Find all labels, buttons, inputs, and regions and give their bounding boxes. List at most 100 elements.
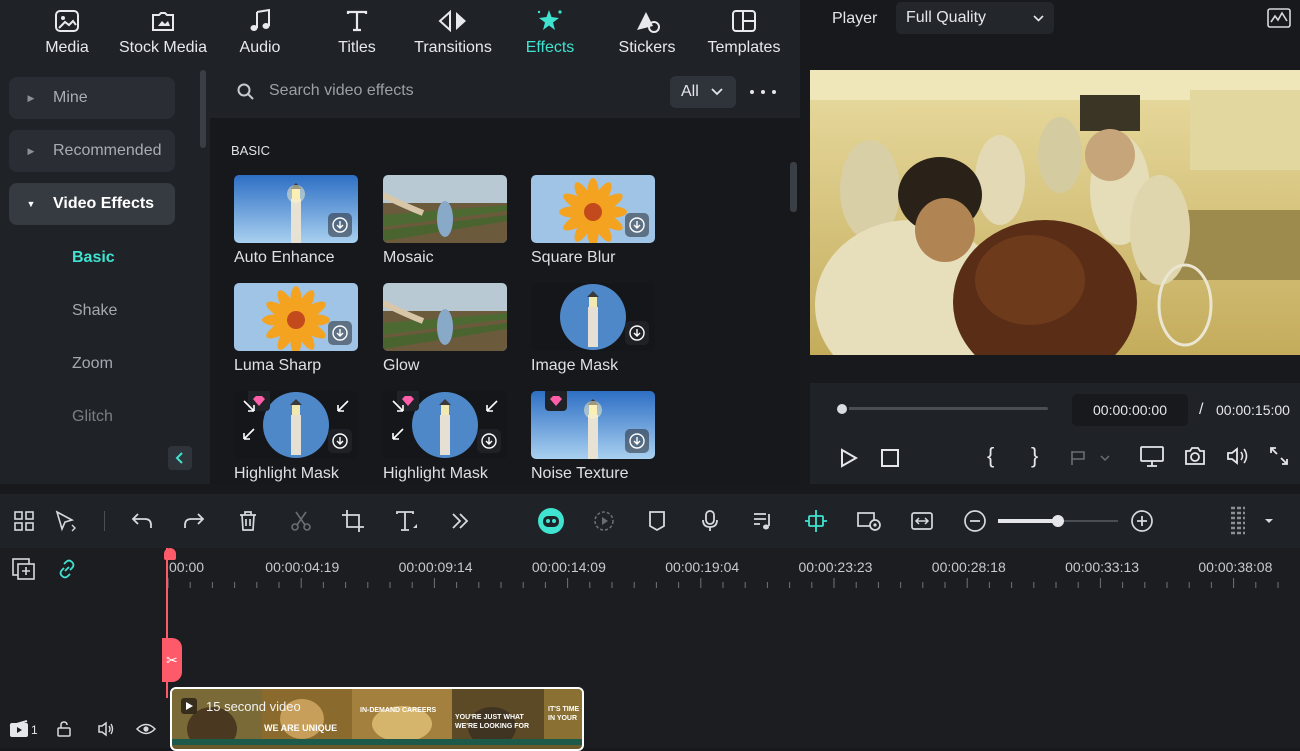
redo-icon[interactable] (180, 507, 208, 535)
effect-card[interactable]: Highlight Mask (383, 391, 507, 483)
play-icon[interactable] (840, 448, 858, 468)
progress-knob[interactable] (835, 402, 849, 416)
collapse-sidebar-button[interactable] (168, 446, 192, 470)
link-icon[interactable] (56, 558, 78, 580)
effect-name: Noise Texture (531, 465, 629, 482)
snap-icon[interactable] (802, 507, 830, 535)
camera-icon[interactable] (1184, 446, 1206, 466)
tab-stickers[interactable]: Stickers (599, 0, 695, 66)
more-tools-icon[interactable] (446, 507, 474, 535)
tab-templates[interactable]: Templates (696, 0, 792, 66)
tab-effects[interactable]: Effects (502, 0, 598, 66)
crop-icon[interactable] (339, 507, 367, 535)
microphone-icon[interactable] (696, 507, 724, 535)
effect-card[interactable]: Square Blur (531, 175, 655, 267)
tab-audio[interactable]: Audio (212, 0, 308, 66)
effect-thumbnail (234, 391, 358, 459)
download-icon[interactable] (328, 429, 352, 453)
sidebar-subitem-shake[interactable]: Shake (72, 302, 117, 320)
effect-card[interactable]: Noise Texture (531, 391, 655, 483)
time-separator: / (1199, 401, 1204, 418)
add-track-icon[interactable] (12, 558, 36, 580)
select-pointer-icon[interactable] (52, 507, 80, 535)
tab-label: Media (45, 39, 89, 56)
tab-stock-media[interactable]: Stock Media (115, 0, 211, 66)
sidebar-subitem-zoom[interactable]: Zoom (72, 355, 113, 373)
download-icon[interactable] (625, 213, 649, 237)
premium-gem-icon (248, 391, 270, 411)
timeline-ruler[interactable]: 00:00 00:00:04:19 00:00:09:14 00:00:14:09 00… (168, 548, 1300, 594)
sidebar-subitem-basic[interactable]: Basic (72, 249, 115, 267)
effect-name: Mosaic (383, 249, 434, 266)
scissors-icon[interactable] (287, 507, 315, 535)
text-tool-icon[interactable] (393, 507, 421, 535)
zoom-in-icon[interactable] (1128, 507, 1156, 535)
mark-out-icon[interactable]: } (1031, 443, 1038, 469)
ruler-tick-label: 00:00:04:19 (265, 559, 340, 575)
tab-titles[interactable]: Titles (309, 0, 405, 66)
download-icon[interactable] (625, 321, 649, 345)
zoom-slider-fill (998, 519, 1058, 523)
filter-dropdown[interactable]: All (670, 76, 736, 108)
effect-thumbnail (234, 283, 358, 351)
quality-dropdown[interactable]: Full Quality (896, 2, 1054, 34)
sidebar-item-recommended[interactable]: ▶ Recommended (9, 130, 175, 172)
track-volume-icon[interactable] (97, 721, 115, 737)
zoom-out-icon[interactable] (961, 507, 989, 535)
volume-icon[interactable] (1226, 446, 1250, 466)
playhead-handle[interactable] (164, 548, 176, 560)
scopes-icon[interactable] (1267, 8, 1291, 28)
effect-thumbnail (531, 175, 655, 243)
sidebar-subitem-glitch[interactable]: Glitch (72, 408, 113, 426)
display-icon[interactable] (1140, 446, 1164, 468)
preview-render-icon[interactable] (855, 507, 883, 535)
track-height-icon[interactable] (1224, 506, 1252, 535)
effect-card[interactable]: Mosaic (383, 175, 507, 267)
marker-icon[interactable] (643, 507, 671, 535)
effects-scrollbar[interactable] (790, 162, 797, 212)
auto-render-icon[interactable] (590, 507, 618, 535)
cut-indicator-icon[interactable]: ✂ (162, 638, 182, 682)
delete-icon[interactable] (234, 507, 262, 535)
lock-icon[interactable] (56, 721, 72, 737)
effect-card[interactable]: Auto Enhance (234, 175, 358, 267)
search-input[interactable]: Search video effects (269, 82, 414, 100)
premium-gem-icon (397, 391, 419, 411)
eye-icon[interactable] (136, 722, 156, 736)
ai-copilot-icon[interactable] (536, 506, 566, 536)
effect-card[interactable]: Highlight Mask (234, 391, 358, 483)
undo-icon[interactable] (128, 507, 156, 535)
sidebar-item-video-effects[interactable]: ▼ Video Effects (9, 183, 175, 225)
stop-icon[interactable] (881, 449, 899, 467)
tab-media[interactable]: Media (19, 0, 115, 66)
more-options-button[interactable] (750, 80, 776, 104)
video-clip[interactable]: 15 second video WE ARE UNIQUE IN-DEMAND … (170, 687, 584, 751)
snapshot-marker-icon[interactable] (1070, 449, 1110, 467)
zoom-slider-knob[interactable] (1052, 515, 1064, 527)
tab-transitions[interactable]: Transitions (405, 0, 501, 66)
layout-grid-icon[interactable] (10, 507, 38, 535)
effect-card[interactable]: Glow (383, 283, 507, 375)
video-preview[interactable] (810, 70, 1300, 355)
clip-caption: YOU'RE JUST WHAT WE'RE LOOKING FOR (455, 714, 529, 730)
chevron-down-icon[interactable] (1264, 518, 1274, 525)
progress-track[interactable] (842, 407, 1048, 410)
sidebar-scrollbar[interactable] (200, 70, 206, 148)
fullscreen-icon[interactable] (1270, 447, 1288, 465)
download-icon[interactable] (328, 213, 352, 237)
effect-card[interactable]: Luma Sharp (234, 283, 358, 375)
download-icon[interactable] (328, 321, 352, 345)
effect-card[interactable]: Image Mask (531, 283, 655, 375)
download-icon[interactable] (625, 429, 649, 453)
premium-gem-icon (545, 391, 567, 411)
dot (761, 90, 765, 94)
fit-timeline-icon[interactable] (908, 507, 936, 535)
sidebar-item-mine[interactable]: ▶ Mine (9, 77, 175, 119)
audio-list-icon[interactable] (749, 507, 777, 535)
current-time[interactable]: 00:00:00:00 (1072, 394, 1188, 426)
titles-icon (345, 7, 369, 35)
mark-in-icon[interactable]: { (987, 443, 994, 469)
tab-label: Effects (525, 39, 575, 56)
download-icon[interactable] (477, 429, 501, 453)
transitions-icon (438, 7, 468, 35)
